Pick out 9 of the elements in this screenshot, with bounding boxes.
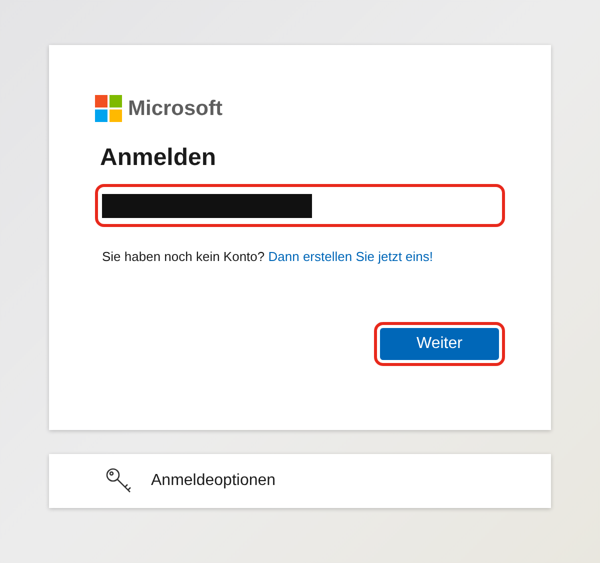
key-icon [105, 467, 133, 495]
next-button[interactable]: Weiter [374, 322, 505, 366]
logo-icon [95, 95, 122, 122]
email-field[interactable] [95, 184, 505, 227]
page-title: Anmelden [100, 144, 218, 172]
signup-prompt: Sie haben noch kein Konto? Dann erstellen Sie jetzt eins! [102, 249, 434, 264]
logo-text: Microsoft [128, 96, 222, 120]
signup-link[interactable]: Dann erstellen Sie jetzt eins! [268, 249, 434, 264]
sign-in-options-button[interactable]: Anmeldeoptionen [49, 454, 551, 508]
